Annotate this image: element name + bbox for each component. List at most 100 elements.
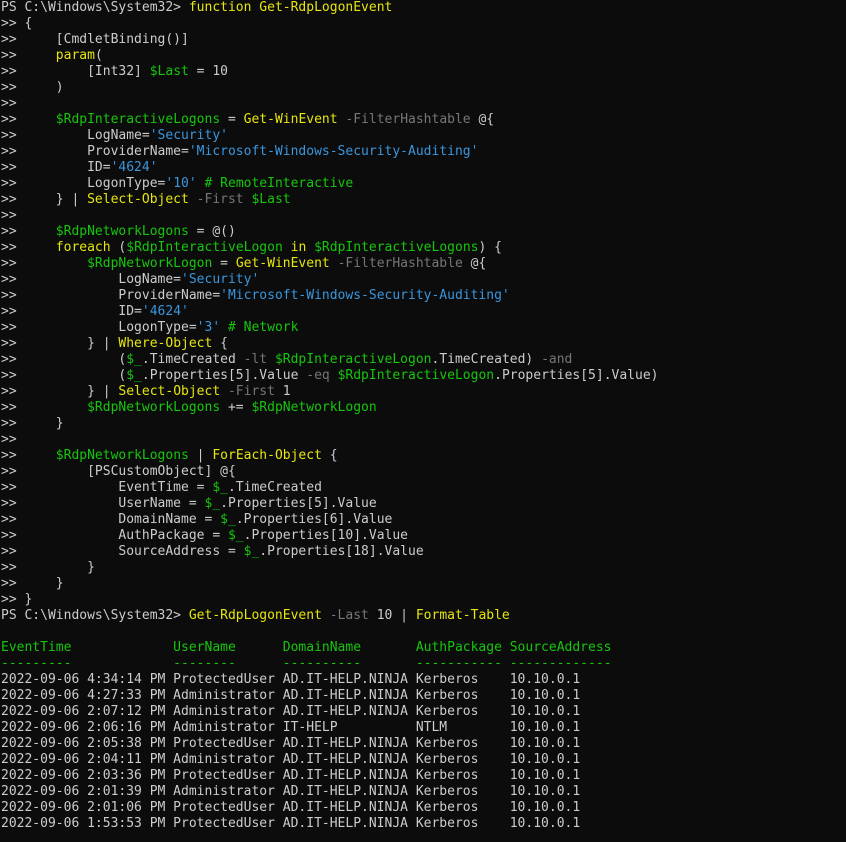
console-text: >> } | [1, 336, 119, 351]
console-text: 1 [274, 384, 291, 399]
console-text: = [212, 256, 236, 271]
console-text: >> ProviderName= [1, 288, 221, 303]
console-text: 2022-09-06 2:03:36 PM ProtectedUser AD.I… [1, 768, 581, 783]
console-text: 2022-09-06 2:06:16 PM Administrator IT-H… [1, 720, 581, 735]
cmdlet-keyword-text: Get-WinEvent [243, 112, 338, 127]
parameter-text: -First [196, 192, 244, 207]
variable-text: $_ [212, 480, 228, 495]
parameter-text: -lt [243, 352, 268, 367]
console-text: >> [1, 240, 56, 255]
console-text: >> [1, 256, 88, 271]
parameter-text: -FilterHashtable [337, 256, 463, 271]
powershell-console[interactable]: PS C:\Windows\System32> function Get-Rdp… [0, 0, 846, 842]
cmdlet-keyword-text: Get-RdpLogonEvent [259, 0, 393, 15]
cmdlet-keyword-text: Where-Object [118, 336, 213, 351]
parameter-text: -FilterHashtable [345, 112, 471, 127]
console-line: >> ID='4624' [1, 304, 846, 320]
variable-text: $RdpInteractiveLogons [55, 112, 221, 127]
console-text: >> ) [1, 80, 64, 95]
variable-text: $_ [243, 544, 260, 559]
console-line: >> $RdpNetworkLogons += $RdpNetworkLogon [1, 400, 846, 416]
string-text: '3' [196, 320, 221, 335]
console-text: >> LogonType= [1, 176, 166, 191]
console-text: >> AuthPackage = [1, 528, 228, 543]
cmdlet-keyword-text: param [55, 48, 95, 63]
console-line: >> EventTime = $_.TimeCreated [1, 480, 846, 496]
console-line: >> ) [1, 80, 846, 96]
console-line: >> } | Select-Object -First 1 [1, 384, 846, 400]
console-text: { [212, 336, 228, 351]
console-line: >> param( [1, 48, 846, 64]
console-text: >> LogName= [1, 272, 182, 287]
variable-text: $_ [204, 496, 221, 511]
parameter-text: -First [227, 384, 275, 399]
console-line: >> AuthPackage = $_.Properties[10].Value [1, 528, 846, 544]
variable-text: $RdpNetworkLogons [55, 224, 189, 239]
console-line: >> ($_.TimeCreated -lt $RdpInteractiveLo… [1, 352, 846, 368]
string-text: 'Security' [181, 272, 260, 287]
variable-text: $_ [126, 352, 142, 367]
console-text: 2022-09-06 4:34:14 PM ProtectedUser AD.I… [1, 672, 581, 687]
parameter-text: -and [541, 352, 573, 367]
console-text: ( [110, 240, 127, 255]
console-text: >> ProviderName= [1, 144, 189, 159]
cmdlet-keyword-text: Format-Table [415, 608, 510, 623]
console-line: >> } | Select-Object -First $Last [1, 192, 846, 208]
console-text: >> [1, 224, 56, 239]
console-line: 2022-09-06 2:01:06 PM ProtectedUser AD.I… [1, 800, 846, 816]
console-text: 2022-09-06 2:01:39 PM Administrator AD.I… [1, 784, 581, 799]
console-text: .TimeCreated) [431, 352, 542, 367]
console-line: >> $RdpNetworkLogons = @() [1, 224, 846, 240]
console-line: >> LogName='Security' [1, 128, 846, 144]
console-line: >> [1, 96, 846, 112]
variable-text: $RdpInteractiveLogons [314, 240, 479, 255]
console-line: >> } [1, 416, 846, 432]
console-text: += [220, 400, 252, 415]
table-header-text: --------- -------- ---------- ----------… [1, 656, 612, 671]
variable-text: $RdpNetworkLogon [87, 256, 213, 271]
console-line: >> [1, 208, 846, 224]
console-text: 2022-09-06 2:05:38 PM ProtectedUser AD.I… [1, 736, 581, 751]
console-text: >> SourceAddress = [1, 544, 244, 559]
console-text: >> [1, 208, 17, 223]
comment-text: # RemoteInteractive [204, 176, 354, 191]
console-text: PS C:\Windows\System32> [1, 0, 189, 15]
string-text: 'Microsoft-Windows-Security-Auditing' [188, 144, 479, 159]
console-text: >> [1, 48, 56, 63]
console-line: >> } [1, 560, 846, 576]
console-text: >> [Int32] [1, 64, 150, 79]
console-text: @{ [462, 256, 487, 271]
console-text: @{ [470, 112, 495, 127]
console-line: >> $RdpNetworkLogons | ForEach-Object { [1, 448, 846, 464]
console-text: >> } [1, 576, 64, 591]
console-line: >> DomainName = $_.Properties[6].Value [1, 512, 846, 528]
console-text: >> [1, 96, 17, 111]
variable-text: $Last [251, 192, 291, 207]
console-text: 2022-09-06 2:07:12 PM Administrator AD.I… [1, 704, 581, 719]
variable-text: $RdpNetworkLogons [87, 400, 221, 415]
console-line: >> [1, 432, 846, 448]
console-line: >> [Int32] $Last = 10 [1, 64, 846, 80]
console-text: 2022-09-06 4:27:33 PM Administrator AD.I… [1, 688, 581, 703]
console-line: 2022-09-06 2:05:38 PM ProtectedUser AD.I… [1, 736, 846, 752]
variable-text: $RdpNetworkLogon [251, 400, 377, 415]
cmdlet-keyword-text: Select-Object [118, 384, 221, 399]
console-text: >> } | [1, 384, 119, 399]
cmdlet-keyword-text: Get-WinEvent [235, 256, 330, 271]
console-line: >> LogonType='10' # RemoteInteractive [1, 176, 846, 192]
variable-text: $_ [126, 368, 142, 383]
console-text: ) { [478, 240, 502, 255]
console-text: >> } [1, 560, 95, 575]
console-line: 2022-09-06 4:27:33 PM Administrator AD.I… [1, 688, 846, 704]
variable-text: $_ [227, 528, 244, 543]
console-line: >> [PSCustomObject] @{ [1, 464, 846, 480]
console-text: >> LogName= [1, 128, 150, 143]
console-text: >> { [1, 16, 33, 31]
string-text: '4624' [110, 160, 158, 175]
console-line: --------- -------- ---------- ----------… [1, 656, 846, 672]
parameter-text: -eq [306, 368, 330, 383]
console-text: .Properties[5].Value [141, 368, 307, 383]
